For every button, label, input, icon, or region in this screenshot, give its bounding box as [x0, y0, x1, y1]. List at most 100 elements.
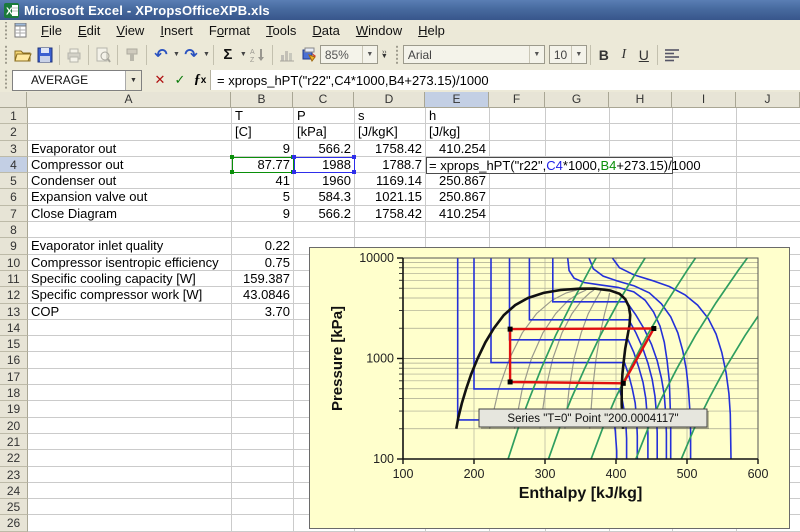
cell-D5[interactable]: 1169.14: [355, 173, 426, 190]
cell-D6[interactable]: 1021.15: [355, 189, 426, 206]
cell-B17[interactable]: [232, 368, 294, 386]
cell-A20[interactable]: [28, 417, 232, 434]
cell-B24[interactable]: [232, 482, 294, 500]
toolbar-grip[interactable]: [3, 43, 9, 66]
bold-button[interactable]: B: [594, 47, 614, 63]
font-size-dropdown-icon[interactable]: ▼: [570, 46, 586, 63]
toolbar-options-button[interactable]: ›› ▼: [378, 44, 391, 66]
cell-E5[interactable]: 250.867: [426, 173, 490, 190]
cell-A17[interactable]: [28, 368, 232, 386]
row-header-4[interactable]: 4: [0, 156, 28, 174]
column-header-E[interactable]: E: [425, 92, 489, 108]
redo-button-dropdown-icon[interactable]: ▼: [203, 51, 210, 58]
cell-G7[interactable]: [546, 205, 610, 223]
cell-B25[interactable]: [232, 499, 294, 516]
row-header-7[interactable]: 7: [0, 205, 28, 223]
cell-H1[interactable]: [610, 108, 673, 125]
cell-J4[interactable]: [737, 157, 800, 174]
cell-C4[interactable]: 1988: [292, 154, 356, 175]
cell-B6[interactable]: 5: [232, 189, 294, 206]
cell-E6[interactable]: 250.867: [426, 189, 490, 206]
underline-button[interactable]: U: [634, 47, 654, 63]
cell-H6[interactable]: [610, 189, 673, 206]
chart-wizard-button[interactable]: [276, 44, 298, 66]
row-header-19[interactable]: 19: [0, 401, 28, 418]
name-box-dropdown-icon[interactable]: ▼: [125, 70, 141, 90]
menu-help[interactable]: Help: [410, 21, 453, 40]
cell-A22[interactable]: [28, 450, 232, 467]
cell-G1[interactable]: [546, 108, 610, 125]
column-header-C[interactable]: C: [293, 92, 354, 108]
column-header-B[interactable]: B: [231, 92, 293, 108]
cell-J7[interactable]: [737, 206, 800, 223]
range-handle[interactable]: [230, 154, 234, 159]
cell-A21[interactable]: [28, 433, 232, 451]
row-header-2[interactable]: 2: [0, 124, 28, 141]
range-handle[interactable]: [352, 154, 356, 159]
formula-input[interactable]: = xprops_hPT("r22",C4*1000,B4+273.15)/10…: [210, 70, 800, 90]
range-handle[interactable]: [352, 170, 356, 175]
cell-C7[interactable]: 566.2: [294, 205, 355, 223]
menu-view[interactable]: View: [108, 21, 152, 40]
row-header-22[interactable]: 22: [0, 450, 28, 467]
cell-edit-formula[interactable]: = xprops_hPT("r22",C4*1000,B4+273.15)/10…: [426, 156, 701, 174]
cell-B9[interactable]: 0.22: [232, 238, 294, 255]
cell-B19[interactable]: [232, 401, 294, 418]
cell-E1[interactable]: h: [426, 108, 490, 125]
enter-button[interactable]: ✓: [170, 70, 190, 90]
cell-I7[interactable]: [673, 205, 737, 223]
name-box[interactable]: AVERAGE ▼: [12, 69, 142, 91]
menu-file[interactable]: File: [33, 21, 70, 40]
undo-button[interactable]: ↶: [150, 44, 172, 66]
menu-edit[interactable]: Edit: [70, 21, 108, 40]
row-header-11[interactable]: 11: [0, 270, 28, 288]
column-header-H[interactable]: H: [609, 92, 672, 108]
cell-I1[interactable]: [673, 108, 737, 125]
cell-B16[interactable]: [232, 352, 294, 369]
cell-H2[interactable]: [610, 124, 673, 141]
print-button[interactable]: [63, 44, 85, 66]
cell-B23[interactable]: [232, 466, 294, 483]
cell-A26[interactable]: [28, 515, 232, 532]
cell-I2[interactable]: [673, 124, 737, 141]
zoom-combo[interactable]: 85% ▼: [319, 45, 378, 64]
cell-B8[interactable]: [232, 222, 294, 239]
cell-F5[interactable]: [490, 173, 546, 190]
cell-A4[interactable]: Compressor out: [28, 156, 232, 174]
cell-A11[interactable]: Specific cooling capacity [W]: [28, 270, 232, 288]
range-handle[interactable]: [292, 170, 296, 175]
cell-H5[interactable]: [610, 173, 673, 190]
row-header-13[interactable]: 13: [0, 303, 28, 320]
redo-button[interactable]: ↷: [180, 44, 202, 66]
row-header-26[interactable]: 26: [0, 515, 28, 532]
select-all-corner[interactable]: [0, 92, 27, 108]
cell-I6[interactable]: [673, 189, 737, 206]
cell-A7[interactable]: Close Diagram: [28, 205, 232, 223]
cell-H3[interactable]: [610, 140, 673, 157]
italic-button[interactable]: I: [614, 47, 634, 63]
cell-A3[interactable]: Evaporator out: [28, 140, 232, 157]
cell-E2[interactable]: [J/kg]: [426, 124, 490, 141]
cell-I3[interactable]: [673, 140, 737, 157]
row-header-10[interactable]: 10: [0, 254, 28, 271]
cell-A14[interactable]: [28, 319, 232, 337]
cell-I5[interactable]: [673, 173, 737, 190]
menu-tools[interactable]: Tools: [258, 21, 304, 40]
row-header-15[interactable]: 15: [0, 336, 28, 353]
cell-B10[interactable]: 0.75: [232, 254, 294, 271]
row-header-18[interactable]: 18: [0, 385, 28, 402]
cell-A15[interactable]: [28, 336, 232, 353]
row-header-20[interactable]: 20: [0, 417, 28, 434]
column-header-A[interactable]: A: [27, 92, 231, 108]
zoom-dropdown-icon[interactable]: ▼: [361, 46, 377, 63]
row-header-5[interactable]: 5: [0, 173, 28, 190]
cell-B7[interactable]: 9: [232, 205, 294, 223]
cancel-button[interactable]: ✕: [150, 70, 170, 90]
cell-B4[interactable]: 87.77: [230, 154, 295, 175]
row-header-21[interactable]: 21: [0, 433, 28, 451]
cell-D1[interactable]: s: [355, 108, 426, 125]
cell-A16[interactable]: [28, 352, 232, 369]
font-name-combo[interactable]: Arial ▼: [402, 45, 545, 64]
font-name-dropdown-icon[interactable]: ▼: [528, 46, 544, 63]
open-button[interactable]: [12, 44, 34, 66]
